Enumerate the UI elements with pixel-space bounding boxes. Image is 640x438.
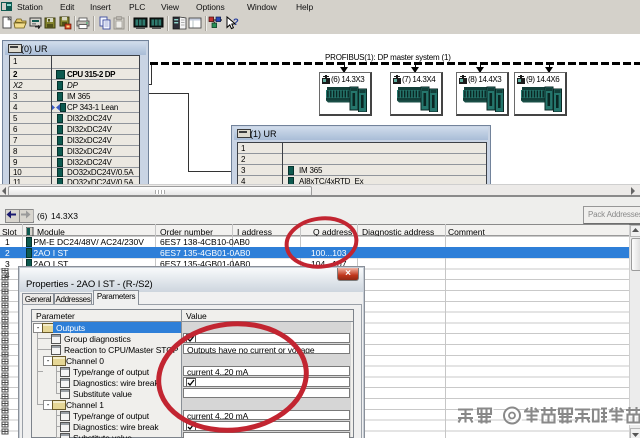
svg-text:?: ? <box>233 17 239 28</box>
